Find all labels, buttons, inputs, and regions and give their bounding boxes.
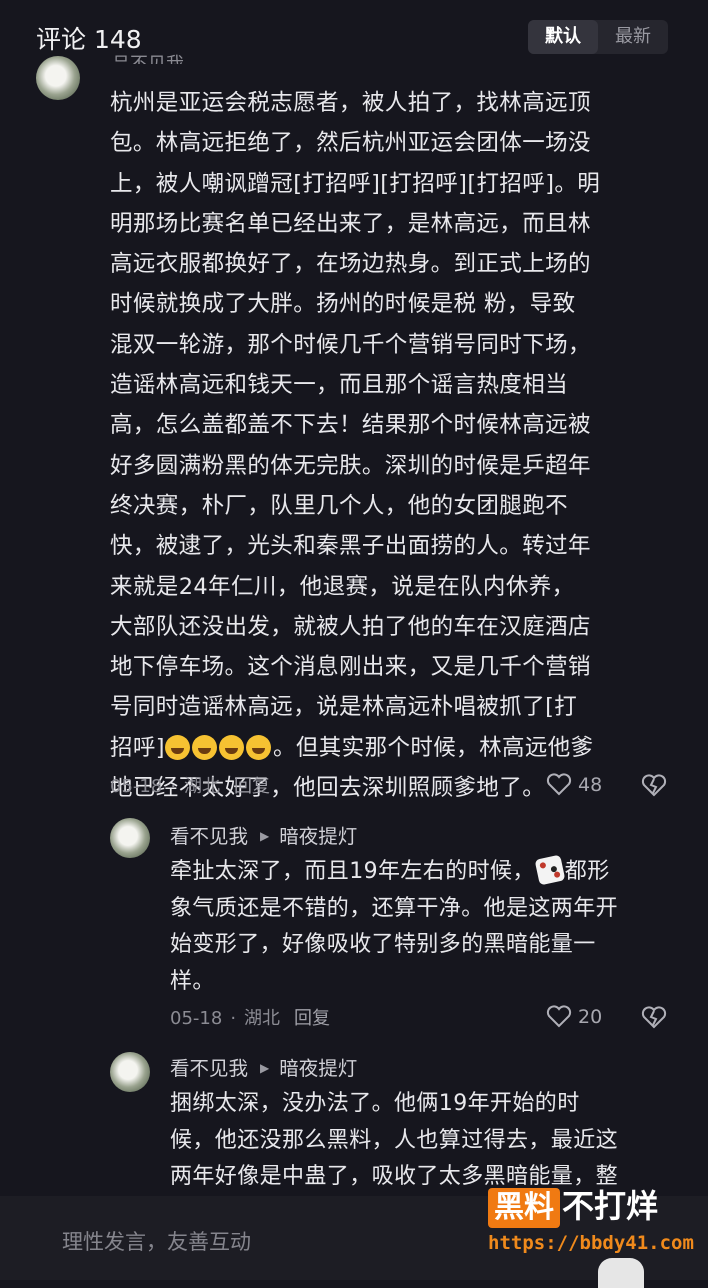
avatar[interactable] bbox=[110, 1052, 150, 1092]
comments-header: 评论 148 默认 最新 bbox=[0, 0, 708, 72]
reply-author[interactable]: 看不见我 bbox=[170, 1057, 248, 1080]
reply-line: 捆绑太深，没办法了。他俩19年开始的时 bbox=[170, 1091, 580, 1116]
comment-line: 明那场比赛名单已经出来了，是林高远，而且林 bbox=[110, 210, 591, 237]
heart-outline-icon bbox=[546, 1005, 572, 1028]
reply-line-prefix: 牵扯太深了，而且19年左右的时候， bbox=[170, 859, 535, 884]
watermark: 黑料 不打烊 https://bbdy41.com bbox=[488, 1186, 694, 1262]
comment-line-suffix: 。但其实那个时候，林高远他爹 bbox=[272, 734, 594, 761]
meta-separator: · bbox=[230, 1008, 237, 1029]
reply-line: 牵扯太深了，而且19年左右的时候， 都形 bbox=[170, 854, 680, 891]
comment-author-name[interactable]: 吕不见我 bbox=[112, 48, 184, 64]
comment-line: 上，被人嘲讽蹭冠[打招呼][打招呼][打招呼]。明 bbox=[110, 170, 601, 197]
watermark-box-text: 黑料 bbox=[488, 1188, 560, 1228]
comment-line: 高，怎么盖都盖不下去！结果那个时候林高远被 bbox=[110, 412, 591, 439]
reply-target[interactable]: 暗夜提灯 bbox=[279, 1057, 357, 1080]
comment-text: 杭州是亚运会税志愿者，被人拍了，找林高远顶 包。林高远拒绝了，然后杭州亚运会团体… bbox=[110, 83, 680, 808]
dice-icon bbox=[534, 854, 566, 886]
reply-header: 看不见我 ▶ 暗夜提灯 bbox=[170, 820, 357, 849]
comment-date: 05-18 bbox=[110, 776, 163, 797]
comment-line: 号同时造谣林高远，说是林高远朴唱被抓了[打 bbox=[110, 694, 578, 721]
comment-line: 杭州是亚运会税志愿者，被人拍了，找林高远顶 bbox=[110, 90, 591, 116]
comment-meta: 05-18 · 湖北 回复 bbox=[110, 772, 270, 798]
reply-location: 湖北 bbox=[244, 1008, 281, 1029]
comment-line: 好多圆满粉黑的体无完肤。深圳的时候是乒超年 bbox=[110, 452, 591, 479]
laughing-emoji-icon bbox=[164, 734, 190, 760]
reply-line: 样。 bbox=[170, 968, 215, 994]
sort-default-tab[interactable]: 默认 bbox=[528, 20, 598, 54]
comment-line: 终决赛，朴厂，队里几个人，他的女团腿跑不 bbox=[110, 492, 569, 519]
comment-line: 包。林高远拒绝了，然后杭州亚运会团体一场没 bbox=[110, 130, 591, 157]
comment-input-placeholder[interactable]: 理性发言，友善互动 bbox=[62, 1226, 251, 1256]
sort-toggle[interactable]: 默认 最新 bbox=[528, 20, 668, 54]
laughing-emoji-icon bbox=[191, 734, 217, 760]
comment-line: 招呼] 。但其实那个时候，林高远他爹 bbox=[110, 728, 680, 768]
meta-separator: · bbox=[170, 776, 177, 797]
reply-target[interactable]: 暗夜提灯 bbox=[279, 825, 357, 848]
watermark-logo: 黑料 不打烊 bbox=[488, 1186, 658, 1228]
reply-line: 象气质还是不错的，还算干净。他是这两年开 bbox=[170, 895, 619, 921]
broken-heart-icon[interactable] bbox=[641, 1004, 667, 1030]
reply-author[interactable]: 看不见我 bbox=[170, 825, 248, 848]
like-button[interactable]: 48 bbox=[546, 772, 602, 796]
heart-outline-icon bbox=[546, 773, 572, 796]
broken-heart-icon[interactable] bbox=[641, 772, 667, 798]
reply-line: 候，他还没那么黑料，人也算过得去，最近这 bbox=[170, 1127, 619, 1153]
reply-line: 始变形了，好像吸收了特别多的黑暗能量一 bbox=[170, 932, 596, 957]
reply-arrow-icon: ▶ bbox=[260, 829, 270, 843]
reply-button[interactable]: 回复 bbox=[294, 1008, 330, 1029]
watermark-url: https://bbdy41.com bbox=[488, 1232, 694, 1254]
comment-line: 地下停车场。这个消息刚出来，又是几千个营销 bbox=[110, 654, 591, 681]
laughing-emoji-icon bbox=[245, 734, 271, 760]
comment-line: 快，被逮了，光头和秦黑子出面捞的人。转过年 bbox=[110, 533, 591, 560]
reply-line-suffix: 都形 bbox=[564, 859, 610, 884]
emoji-sticker-icon[interactable] bbox=[598, 1258, 644, 1288]
reply-meta: 05-18 · 湖北 回复 bbox=[170, 1004, 330, 1030]
comment-line: 来就是24年仁川，他退赛，说是在队内休养， bbox=[110, 573, 575, 600]
comment-line: 大部队还没出发，就被人拍了他的车在汉庭酒店 bbox=[110, 613, 591, 640]
reply-arrow-icon: ▶ bbox=[260, 1061, 270, 1075]
reply-date: 05-18 bbox=[170, 1008, 223, 1029]
avatar[interactable] bbox=[110, 818, 150, 858]
reply-text: 牵扯太深了，而且19年左右的时候， 都形 象气质还是不错的，还算干净。他是这两年开… bbox=[170, 854, 680, 1000]
like-count: 20 bbox=[578, 1006, 603, 1028]
like-button[interactable]: 20 bbox=[546, 1004, 602, 1028]
reply-text: 捆绑太深，没办法了。他俩19年开始的时 候，他还没那么黑料，人也算过得去，最近这… bbox=[170, 1086, 680, 1196]
comment-location: 湖北 bbox=[184, 776, 221, 797]
comment-line: 混双一轮游，那个时候几千个营销号同时下场， bbox=[110, 331, 591, 358]
reply-header: 看不见我 ▶ 暗夜提灯 bbox=[170, 1052, 357, 1081]
watermark-text: 不打烊 bbox=[562, 1187, 659, 1225]
comment-line-prefix: 招呼] bbox=[110, 734, 165, 761]
comment-line: 高远衣服都换好了，在场边热身。到正式上场的 bbox=[110, 251, 591, 278]
laughing-emoji-icon bbox=[218, 734, 244, 760]
like-count: 48 bbox=[578, 774, 603, 796]
comment-line: 造谣林高远和钱天一，而且那个谣言热度相当 bbox=[110, 372, 569, 399]
avatar[interactable] bbox=[36, 56, 80, 100]
reply-button[interactable]: 回复 bbox=[234, 776, 270, 797]
comment-line: 时候就换成了大胖。扬州的时候是税 粉，导致 bbox=[110, 291, 576, 318]
sort-latest-tab[interactable]: 最新 bbox=[598, 20, 668, 54]
